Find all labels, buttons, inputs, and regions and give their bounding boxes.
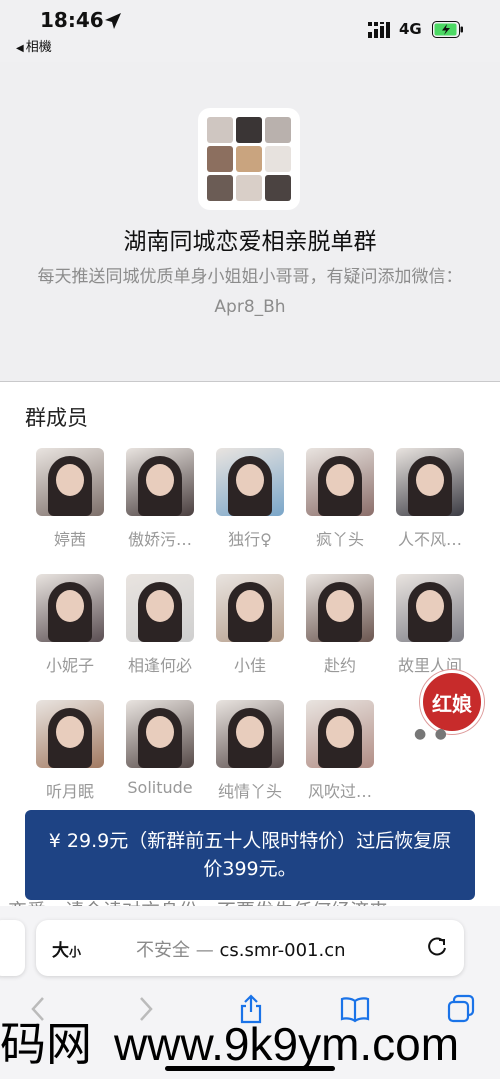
member-name: 风吹过… — [307, 782, 372, 801]
member-name: 赴约 — [323, 656, 356, 675]
member-item[interactable]: 小佳 — [205, 574, 295, 676]
member-item[interactable]: 赴约 — [295, 574, 385, 676]
member-item[interactable]: 婷茜 — [25, 448, 115, 550]
avatar-face — [416, 590, 444, 622]
member-item[interactable]: 疯丫头 — [295, 448, 385, 550]
member-avatar — [306, 448, 374, 516]
group-avatar — [198, 108, 300, 210]
network-type: 4G — [399, 20, 422, 38]
member-name: 疯丫头 — [315, 530, 364, 549]
member-item[interactable]: 小妮子 — [25, 574, 115, 676]
avatar-face — [236, 464, 264, 496]
avatar-face — [56, 716, 84, 748]
signal-bars-icon — [368, 22, 390, 38]
group-description: 每天推送同城优质单身小姐姐小哥哥，有疑问添加微信：Apr8_Bh — [37, 267, 463, 317]
member-name: 纯情丫头 — [217, 782, 282, 801]
group-avatar-tile — [236, 175, 262, 201]
group-title: 湖南同城恋爱相亲脱单群 — [123, 229, 377, 255]
group-avatar-tile — [207, 175, 233, 201]
member-name: 听月眠 — [45, 782, 94, 801]
member-avatar — [126, 574, 194, 642]
group-avatar-tile — [236, 117, 262, 143]
text-size-label: 大 — [52, 941, 69, 961]
battery-charging-icon — [432, 21, 463, 38]
avatar-face — [56, 464, 84, 496]
member-item[interactable]: 傲娇污… — [115, 448, 205, 550]
group-avatar-tile — [236, 146, 262, 172]
more-dots-icon[interactable]: ● ● — [414, 726, 449, 742]
member-item[interactable]: 独行♀ — [205, 448, 295, 550]
member-avatar — [306, 700, 374, 768]
avatar-face — [236, 590, 264, 622]
status-bar: 18:46 ◀ 相機 4G — [0, 0, 500, 62]
promo-banner-button[interactable]: ¥ 29.9元（新群前五十人限时特价）过后恢复原价399元。 — [25, 810, 475, 900]
text-size-button[interactable]: 大小 — [52, 936, 81, 961]
back-app-label: 相機 — [25, 40, 52, 55]
group-avatar-tile — [265, 175, 291, 201]
group-avatar-tile — [207, 146, 233, 172]
member-name: 小佳 — [233, 656, 266, 675]
member-avatar — [216, 574, 284, 642]
watermark-left: 码网 — [0, 1017, 92, 1071]
member-avatar — [36, 448, 104, 516]
member-avatar — [126, 448, 194, 516]
avatar-face — [56, 590, 84, 622]
member-avatar — [396, 448, 464, 516]
home-indicator — [165, 1066, 335, 1071]
member-name: 独行♀ — [228, 530, 272, 549]
avatar-face — [236, 716, 264, 748]
matchmaker-badge-button[interactable]: 红娘 — [420, 670, 484, 734]
member-item[interactable]: 听月眠 — [25, 700, 115, 802]
member-avatar — [216, 700, 284, 768]
url-text: cs.smr-001.cn — [219, 940, 346, 961]
member-avatar — [396, 574, 464, 642]
group-avatar-tile — [207, 117, 233, 143]
member-avatar — [36, 700, 104, 768]
address-bar[interactable]: 大小 不安全 — cs.smr-001.cn — [36, 920, 464, 976]
status-time: 18:46 — [40, 8, 104, 32]
member-name: 相逢何必 — [127, 656, 192, 675]
avatar-face — [146, 590, 174, 622]
member-name: 小妮子 — [45, 656, 94, 675]
member-avatar — [216, 448, 284, 516]
avatar-face — [146, 464, 174, 496]
members-title: 群成员 — [25, 406, 88, 430]
member-item[interactable]: 故里人间 — [385, 574, 475, 676]
previous-tab-card[interactable] — [0, 920, 25, 976]
member-name: 婷茜 — [53, 530, 86, 549]
member-item[interactable]: Solitude — [115, 700, 205, 797]
insecure-label: 不安全 — — [136, 940, 214, 961]
member-name: Solitude — [127, 778, 193, 797]
url-display[interactable]: 不安全 — cs.smr-001.cn — [136, 936, 346, 962]
reload-icon[interactable] — [426, 936, 448, 958]
avatar-face — [326, 590, 354, 622]
avatar-face — [326, 716, 354, 748]
group-avatar-tile — [265, 117, 291, 143]
member-avatar — [36, 574, 104, 642]
member-avatar — [126, 700, 194, 768]
member-avatar — [306, 574, 374, 642]
member-item[interactable]: 纯情丫头 — [205, 700, 295, 802]
back-to-camera-link[interactable]: ◀ 相機 — [16, 36, 52, 55]
location-arrow-icon — [105, 13, 121, 29]
avatar-face — [416, 464, 444, 496]
member-item[interactable]: 风吹过… — [295, 700, 385, 802]
back-triangle-icon: ◀ — [16, 43, 24, 54]
avatar-face — [146, 716, 174, 748]
avatar-face — [326, 464, 354, 496]
member-item[interactable]: 人不风… — [385, 448, 475, 550]
member-item[interactable]: 相逢何必 — [115, 574, 205, 676]
group-avatar-tile — [265, 146, 291, 172]
text-size-small: 小 — [69, 945, 82, 959]
group-header: 湖南同城恋爱相亲脱单群 每天推送同城优质单身小姐姐小哥哥，有疑问添加微信：Apr… — [0, 62, 500, 382]
member-name: 人不风… — [397, 530, 462, 549]
member-name: 傲娇污… — [127, 530, 192, 549]
